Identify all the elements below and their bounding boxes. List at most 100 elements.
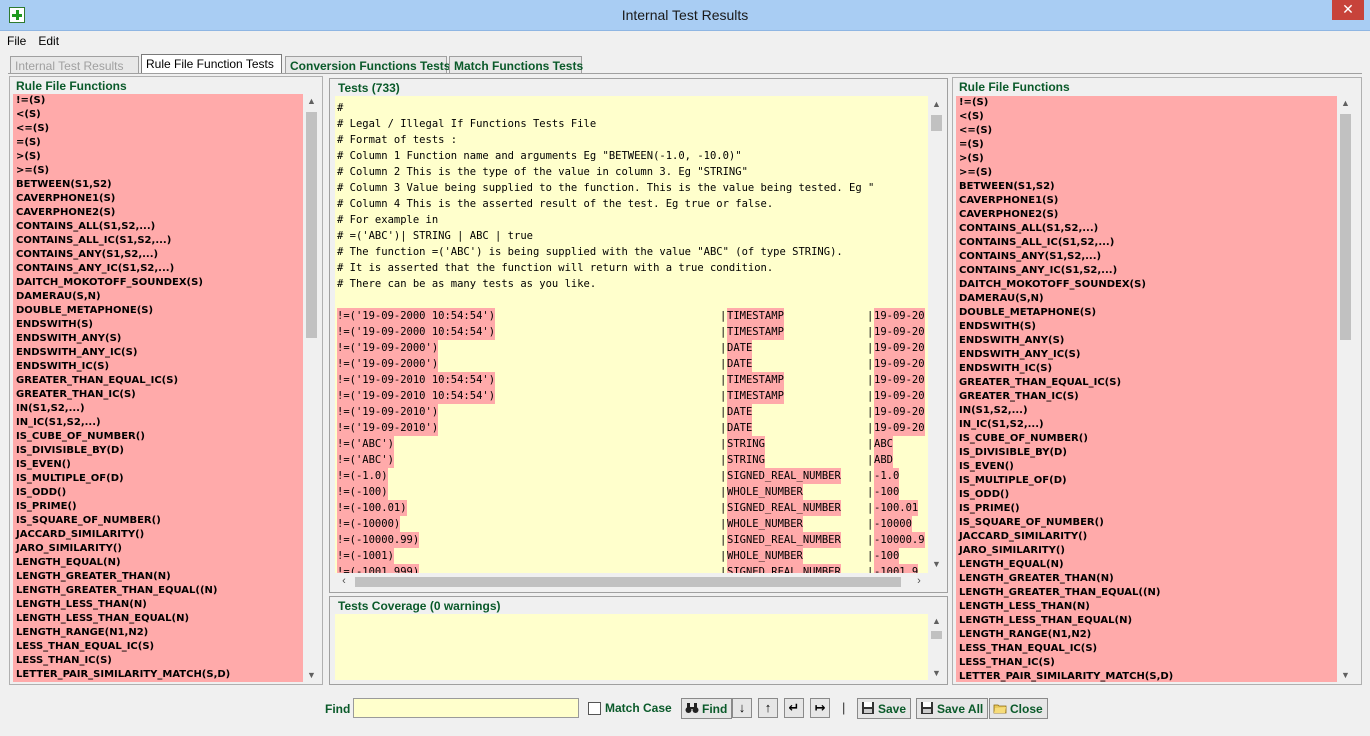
function-list-item[interactable]: =(S) bbox=[956, 138, 1337, 152]
find-button[interactable]: Find bbox=[681, 698, 733, 719]
scroll-thumb[interactable] bbox=[306, 112, 317, 338]
scroll-down-icon[interactable]: ▼ bbox=[928, 559, 945, 569]
function-list-item[interactable]: DOUBLE_METAPHONE(S) bbox=[956, 306, 1337, 320]
function-list-item[interactable]: DAITCH_MOKOTOFF_SOUNDEX(S) bbox=[13, 276, 303, 290]
function-list-item[interactable]: LENGTH_GREATER_THAN_EQUAL((N) bbox=[13, 584, 303, 598]
function-list-item[interactable]: CONTAINS_ANY(S1,S2,...) bbox=[956, 250, 1337, 264]
function-list-item[interactable]: ENDSWITH_IC(S) bbox=[13, 360, 303, 374]
function-list-item[interactable]: ENDSWITH_ANY_IC(S) bbox=[956, 348, 1337, 362]
function-list-item[interactable]: LESS_THAN_EQUAL_IC(S) bbox=[13, 640, 303, 654]
function-list-item[interactable]: IS_ODD() bbox=[956, 488, 1337, 502]
function-list-item[interactable]: IS_PRIME() bbox=[956, 502, 1337, 516]
scroll-thumb[interactable] bbox=[1340, 114, 1351, 340]
find-next-button[interactable]: ↓ bbox=[732, 698, 752, 718]
function-list-item[interactable]: CAVERPHONE2(S) bbox=[956, 208, 1337, 222]
window-close-button[interactable]: ✕ bbox=[1332, 0, 1364, 20]
function-list-item[interactable]: ENDSWITH_ANY(S) bbox=[13, 332, 303, 346]
tab-conversion-functions-tests[interactable]: Conversion Functions Tests bbox=[285, 56, 450, 74]
function-list-item[interactable]: >(S) bbox=[956, 152, 1337, 166]
function-list-item[interactable]: LESS_THAN_IC(S) bbox=[956, 656, 1337, 670]
function-list-item[interactable]: IS_DIVISIBLE_BY(D) bbox=[13, 444, 303, 458]
save-all-button[interactable]: Save All bbox=[916, 698, 989, 719]
function-list-item[interactable]: >=(S) bbox=[956, 166, 1337, 180]
function-list-item[interactable]: !=(S) bbox=[13, 94, 303, 108]
left-functions-list[interactable]: !=(S) <(S) <=(S) =(S) >(S) >=(S) BETWEEN(S1,S2… bbox=[13, 94, 303, 682]
function-list-item[interactable]: IN(S1,S2,...) bbox=[956, 404, 1337, 418]
function-list-item[interactable]: LENGTH_LESS_THAN(N) bbox=[956, 600, 1337, 614]
function-list-item[interactable]: IS_DIVISIBLE_BY(D) bbox=[956, 446, 1337, 460]
coverage-vertical-scrollbar[interactable]: ▲ ▼ bbox=[928, 614, 945, 680]
match-case-checkbox[interactable] bbox=[588, 702, 601, 715]
tab-rule-file-function-tests[interactable]: Rule File Function Tests bbox=[141, 54, 282, 74]
function-list-item[interactable]: IS_EVEN() bbox=[956, 460, 1337, 474]
scroll-thumb[interactable] bbox=[355, 577, 901, 587]
find-input[interactable] bbox=[353, 698, 579, 718]
function-list-item[interactable]: ENDSWITH(S) bbox=[13, 318, 303, 332]
function-list-item[interactable]: ENDSWITH_IC(S) bbox=[956, 362, 1337, 376]
menu-file[interactable]: File bbox=[0, 32, 31, 48]
function-list-item[interactable]: LENGTH_RANGE(N1,N2) bbox=[13, 626, 303, 640]
function-list-item[interactable]: CONTAINS_ALL(S1,S2,...) bbox=[13, 220, 303, 234]
tests-text-area[interactable]: # # Legal / Illegal If Functions Tests Fi… bbox=[335, 96, 928, 573]
scroll-thumb[interactable] bbox=[931, 115, 942, 131]
function-list-item[interactable]: IS_SQUARE_OF_NUMBER() bbox=[13, 514, 303, 528]
scroll-down-icon[interactable]: ▼ bbox=[928, 668, 945, 678]
function-list-item[interactable]: =(S) bbox=[13, 136, 303, 150]
function-list-item[interactable]: CONTAINS_ANY_IC(S1,S2,...) bbox=[13, 262, 303, 276]
close-button[interactable]: Close bbox=[989, 698, 1048, 719]
function-list-item[interactable]: CAVERPHONE2(S) bbox=[13, 206, 303, 220]
function-list-item[interactable]: CAVERPHONE1(S) bbox=[956, 194, 1337, 208]
function-list-item[interactable]: >=(S) bbox=[13, 164, 303, 178]
function-list-item[interactable]: IS_EVEN() bbox=[13, 458, 303, 472]
function-list-item[interactable]: IN_IC(S1,S2,...) bbox=[956, 418, 1337, 432]
function-list-item[interactable]: <=(S) bbox=[956, 124, 1337, 138]
function-list-item[interactable]: LENGTH_GREATER_THAN(N) bbox=[13, 570, 303, 584]
find-previous-button[interactable]: ↑ bbox=[758, 698, 778, 718]
scroll-up-icon[interactable]: ▲ bbox=[1337, 98, 1354, 108]
function-list-item[interactable]: CONTAINS_ANY(S1,S2,...) bbox=[13, 248, 303, 262]
right-functions-list[interactable]: !=(S) <(S) <=(S) =(S) >(S) >=(S) BETWEEN(S1,S2… bbox=[956, 96, 1337, 682]
left-list-scrollbar[interactable]: ▲ ▼ bbox=[303, 94, 320, 682]
function-list-item[interactable]: IS_PRIME() bbox=[13, 500, 303, 514]
find-first-button[interactable]: ↵ bbox=[784, 698, 804, 718]
right-list-scrollbar[interactable]: ▲ ▼ bbox=[1337, 96, 1354, 682]
function-list-item[interactable]: LENGTH_GREATER_THAN(N) bbox=[956, 572, 1337, 586]
scroll-up-icon[interactable]: ▲ bbox=[303, 96, 320, 106]
find-last-button[interactable]: ↦ bbox=[810, 698, 830, 718]
function-list-item[interactable]: IS_ODD() bbox=[13, 486, 303, 500]
function-list-item[interactable]: IS_CUBE_OF_NUMBER() bbox=[13, 430, 303, 444]
scroll-up-icon[interactable]: ▲ bbox=[928, 99, 945, 109]
function-list-item[interactable]: >(S) bbox=[13, 150, 303, 164]
tab-match-functions-tests[interactable]: Match Functions Tests bbox=[449, 56, 583, 74]
function-list-item[interactable]: LENGTH_GREATER_THAN_EQUAL((N) bbox=[956, 586, 1337, 600]
function-list-item[interactable]: IS_CUBE_OF_NUMBER() bbox=[956, 432, 1337, 446]
function-list-item[interactable]: CONTAINS_ALL(S1,S2,...) bbox=[956, 222, 1337, 236]
function-list-item[interactable]: LENGTH_LESS_THAN(N) bbox=[13, 598, 303, 612]
function-list-item[interactable]: LENGTH_RANGE(N1,N2) bbox=[956, 628, 1337, 642]
scroll-down-icon[interactable]: ▼ bbox=[303, 670, 320, 680]
scroll-left-icon[interactable]: ‹ bbox=[337, 575, 351, 587]
function-list-item[interactable]: BETWEEN(S1,S2) bbox=[13, 178, 303, 192]
function-list-item[interactable]: LESS_THAN_EQUAL_IC(S) bbox=[956, 642, 1337, 656]
function-list-item[interactable]: CONTAINS_ANY_IC(S1,S2,...) bbox=[956, 264, 1337, 278]
function-list-item[interactable]: ENDSWITH_ANY(S) bbox=[956, 334, 1337, 348]
function-list-item[interactable]: JACCARD_SIMILARITY() bbox=[13, 528, 303, 542]
function-list-item[interactable]: DAMERAU(S,N) bbox=[13, 290, 303, 304]
function-list-item[interactable]: GREATER_THAN_IC(S) bbox=[956, 390, 1337, 404]
function-list-item[interactable]: DAMERAU(S,N) bbox=[956, 292, 1337, 306]
scroll-down-icon[interactable]: ▼ bbox=[1337, 670, 1354, 680]
function-list-item[interactable]: GREATER_THAN_IC(S) bbox=[13, 388, 303, 402]
tests-horizontal-scrollbar[interactable]: ‹ › bbox=[335, 573, 928, 590]
menu-edit[interactable]: Edit bbox=[31, 32, 64, 48]
function-list-item[interactable]: CAVERPHONE1(S) bbox=[13, 192, 303, 206]
coverage-text-area[interactable] bbox=[335, 614, 928, 680]
function-list-item[interactable]: DAITCH_MOKOTOFF_SOUNDEX(S) bbox=[956, 278, 1337, 292]
scroll-up-icon[interactable]: ▲ bbox=[928, 616, 945, 626]
function-list-item[interactable]: GREATER_THAN_EQUAL_IC(S) bbox=[956, 376, 1337, 390]
function-list-item[interactable]: JACCARD_SIMILARITY() bbox=[956, 530, 1337, 544]
tab-internal-test-results[interactable]: Internal Test Results bbox=[10, 56, 139, 74]
function-list-item[interactable]: IS_MULTIPLE_OF(D) bbox=[13, 472, 303, 486]
function-list-item[interactable]: LENGTH_EQUAL(N) bbox=[956, 558, 1337, 572]
scroll-right-icon[interactable]: › bbox=[912, 575, 926, 587]
function-list-item[interactable]: <(S) bbox=[956, 110, 1337, 124]
